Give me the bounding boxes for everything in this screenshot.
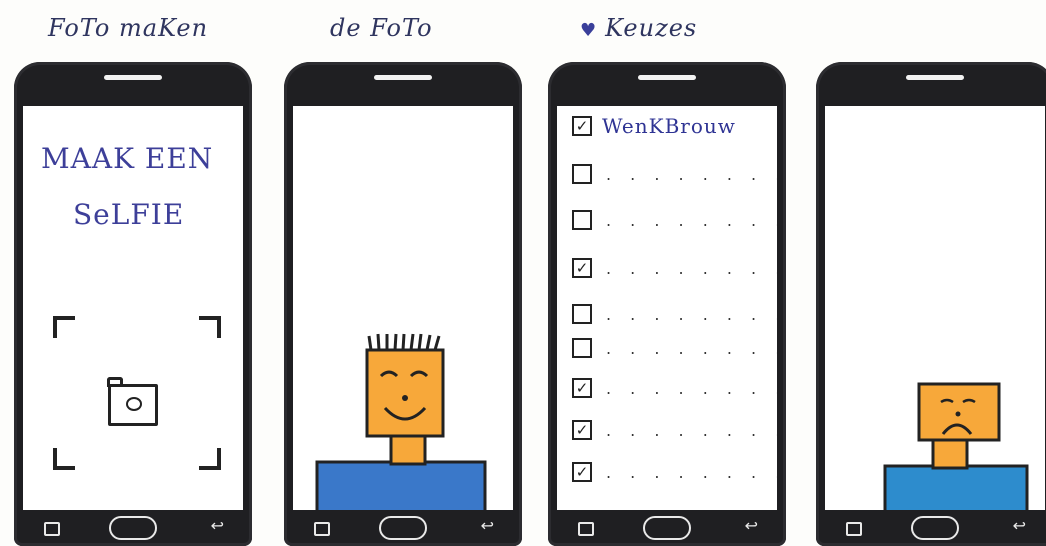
option-dots: . . . . . . . . . xyxy=(606,420,777,440)
option-row-4[interactable]: ✓ . . . . . . . . . xyxy=(572,258,777,278)
checkbox-1[interactable]: ✓ xyxy=(572,116,592,136)
speaker xyxy=(638,75,696,80)
checkbox-8[interactable]: ✓ xyxy=(572,420,592,440)
checkbox-3[interactable] xyxy=(572,210,592,230)
speaker xyxy=(906,75,964,80)
checkbox-2[interactable] xyxy=(572,164,592,184)
check-icon: ✓ xyxy=(575,420,589,439)
navbar: ↩ xyxy=(14,510,252,546)
frame-corner-tr xyxy=(199,316,221,338)
navbar: ↩ xyxy=(284,510,522,546)
screen-photo xyxy=(293,106,513,510)
option-row-5[interactable]: . . . . . . . . . xyxy=(572,304,777,324)
home-button[interactable] xyxy=(911,516,959,540)
checkbox-4[interactable]: ✓ xyxy=(572,258,592,278)
frame-corner-bl xyxy=(53,448,75,470)
phone-take-photo: MAAK EEN SeLFIE ↩ xyxy=(14,62,252,546)
navbar: ↩ xyxy=(816,510,1046,546)
speaker xyxy=(374,75,432,80)
selfie-sad-drawing xyxy=(883,382,1029,510)
home-button[interactable] xyxy=(109,516,157,540)
checkbox-5[interactable] xyxy=(572,304,592,324)
selfie-happy-drawing xyxy=(315,333,487,510)
check-icon: ✓ xyxy=(575,258,589,277)
instruction-line-1: MAAK EEN xyxy=(41,142,214,175)
heart-icon: ♥ xyxy=(580,20,598,41)
option-dots: . . . . . . . . . xyxy=(606,338,777,358)
checkbox-9[interactable]: ✓ xyxy=(572,462,592,482)
camera-icon[interactable] xyxy=(107,377,158,426)
option-row-7[interactable]: ✓ . . . . . . . . . xyxy=(572,378,777,398)
recent-apps-icon[interactable] xyxy=(44,522,60,536)
back-icon[interactable]: ↩ xyxy=(481,516,494,535)
option-dots: . . . . . . . . . xyxy=(606,462,777,482)
option-dots: . . . . . . . . . xyxy=(606,258,777,278)
instruction-line-2: SeLFIE xyxy=(73,198,185,231)
option-row-8[interactable]: ✓ . . . . . . . . . xyxy=(572,420,777,440)
navbar: ↩ xyxy=(548,510,786,546)
phone-photo: ↩ xyxy=(284,62,522,546)
check-icon: ✓ xyxy=(575,116,589,135)
phone-choices: ✓ WenKBrouw . . . . . . . . . . . . . . … xyxy=(548,62,786,546)
back-icon[interactable]: ↩ xyxy=(211,516,224,535)
back-icon[interactable]: ↩ xyxy=(745,516,758,535)
caption-foto-maken: FoTo maKen xyxy=(48,14,209,42)
checkbox-6[interactable] xyxy=(572,338,592,358)
option-dots: . . . . . . . . . xyxy=(606,378,777,398)
home-button[interactable] xyxy=(643,516,691,540)
check-icon: ✓ xyxy=(575,462,589,481)
option-label-wenkbrouw: WenKBrouw xyxy=(602,114,736,138)
option-dots: . . . . . . . . . xyxy=(606,164,777,184)
option-row-1[interactable]: ✓ WenKBrouw xyxy=(572,114,736,138)
option-row-6[interactable]: . . . . . . . . . xyxy=(572,338,777,358)
caption-de-foto: de FoTo xyxy=(330,14,433,42)
option-row-2[interactable]: . . . . . . . . . xyxy=(572,164,777,184)
recent-apps-icon[interactable] xyxy=(846,522,862,536)
checkbox-7[interactable]: ✓ xyxy=(572,378,592,398)
speaker xyxy=(104,75,162,80)
check-icon: ✓ xyxy=(575,378,589,397)
phone-result: ↩ xyxy=(816,62,1046,546)
option-dots: . . . . . . . . . xyxy=(606,304,777,324)
screen-take-photo: MAAK EEN SeLFIE xyxy=(23,106,243,510)
recent-apps-icon[interactable] xyxy=(314,522,330,536)
frame-corner-br xyxy=(199,448,221,470)
home-button[interactable] xyxy=(379,516,427,540)
option-row-3[interactable]: . . . . . . . . . xyxy=(572,210,777,230)
option-row-9[interactable]: ✓ . . . . . . . . . xyxy=(572,462,777,482)
recent-apps-icon[interactable] xyxy=(578,522,594,536)
caption-keuzes: ♥ Keuzes xyxy=(580,14,698,42)
option-dots: . . . . . . . . . xyxy=(606,210,777,230)
back-icon[interactable]: ↩ xyxy=(1013,516,1026,535)
screen-choices: ✓ WenKBrouw . . . . . . . . . . . . . . … xyxy=(557,106,777,510)
screen-result xyxy=(825,106,1045,510)
frame-corner-tl xyxy=(53,316,75,338)
